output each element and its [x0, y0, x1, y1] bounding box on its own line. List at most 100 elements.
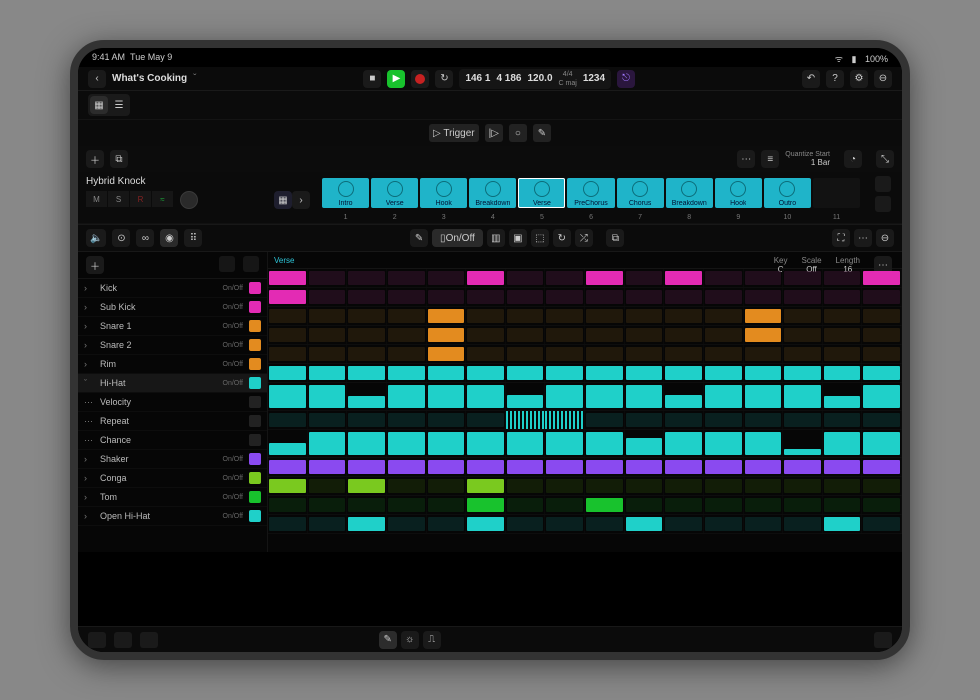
step-cell[interactable]	[268, 345, 308, 363]
step-cell[interactable]	[862, 288, 902, 306]
step-cell[interactable]	[347, 364, 387, 382]
step-cell[interactable]	[545, 307, 585, 325]
trigger-button[interactable]: ▷ Trigger	[429, 124, 479, 142]
back-button[interactable]: ‹	[88, 70, 106, 88]
step-cell[interactable]	[744, 345, 784, 363]
step-cell[interactable]	[268, 477, 308, 495]
chevron-right-icon[interactable]: ›	[84, 454, 94, 464]
chevron-down-icon[interactable]: ˇ	[193, 73, 196, 84]
step-cell[interactable]: 100	[545, 430, 585, 457]
step-cell[interactable]	[823, 496, 863, 514]
drum-row[interactable]: ›Snare 2On/Off	[78, 336, 267, 355]
step-cell[interactable]	[427, 477, 467, 495]
step-cell[interactable]	[625, 496, 665, 514]
step-cell[interactable]	[783, 364, 823, 382]
step-cell[interactable]	[664, 345, 704, 363]
drum-pad-icon[interactable]	[249, 377, 261, 389]
lcd-display[interactable]: 146 1 4 186 120.0 4/4C maj 1234	[459, 69, 611, 89]
camera-icon[interactable]: ◉	[160, 229, 178, 247]
add-row-button[interactable]: ＋	[86, 256, 104, 274]
step-cell[interactable]	[427, 326, 467, 344]
step-cell[interactable]	[625, 269, 665, 287]
drum-pad-icon[interactable]	[249, 472, 261, 484]
step-cell[interactable]	[704, 288, 744, 306]
undo-icon[interactable]: ↶	[802, 70, 820, 88]
step-cell[interactable]	[704, 496, 744, 514]
step-cell[interactable]	[545, 411, 585, 429]
step-cell[interactable]	[506, 458, 546, 476]
step-cell[interactable]	[664, 269, 704, 287]
list-view-button[interactable]: ☰	[110, 96, 128, 114]
step-cell[interactable]	[783, 307, 823, 325]
step-cell[interactable]: 52	[347, 383, 387, 410]
track-name[interactable]: Hybrid Knock	[86, 176, 310, 187]
step-cell[interactable]	[308, 307, 348, 325]
onoff-mode-button[interactable]: ▯ On/Off	[432, 229, 483, 247]
step-cell[interactable]	[823, 345, 863, 363]
chevron-right-icon[interactable]: ›	[84, 492, 94, 502]
scene-cell[interactable]: Intro	[322, 178, 369, 208]
next-icon[interactable]: ›	[292, 191, 310, 209]
step-cell[interactable]	[387, 364, 427, 382]
step-cell[interactable]	[308, 515, 348, 533]
step-cell[interactable]: 53	[664, 383, 704, 410]
step-cell[interactable]	[625, 288, 665, 306]
quantize-knob-icon[interactable]: ◔	[844, 150, 862, 168]
step-cell[interactable]	[268, 411, 308, 429]
step-cell[interactable]	[466, 515, 506, 533]
step-cell[interactable]	[625, 364, 665, 382]
step-cell[interactable]	[664, 326, 704, 344]
step-cell[interactable]: 100	[308, 430, 348, 457]
drum-pad-icon[interactable]	[249, 358, 261, 370]
drum-pad-icon[interactable]	[249, 282, 261, 294]
step-cell[interactable]	[427, 345, 467, 363]
step-cell[interactable]	[823, 411, 863, 429]
step-cell[interactable]: 100	[466, 383, 506, 410]
step-cell[interactable]	[744, 288, 784, 306]
step-cell[interactable]	[427, 269, 467, 287]
step-cell[interactable]	[308, 477, 348, 495]
step-cell[interactable]	[625, 307, 665, 325]
drum-row-io[interactable]: On/Off	[223, 285, 244, 292]
step-cell[interactable]	[783, 496, 823, 514]
duplicate-icon[interactable]: ⧉	[110, 150, 128, 168]
link-icon[interactable]: ∞	[136, 229, 154, 247]
add-track-button[interactable]: ＋	[86, 150, 104, 168]
panel-icon[interactable]	[140, 632, 158, 648]
step-cell[interactable]	[664, 307, 704, 325]
step-cell[interactable]	[545, 326, 585, 344]
step-cell[interactable]	[308, 269, 348, 287]
meter-icon[interactable]	[114, 632, 132, 648]
drum-pad-icon[interactable]	[249, 320, 261, 332]
step-cell[interactable]	[585, 496, 625, 514]
step-cell[interactable]	[823, 458, 863, 476]
step-cell[interactable]	[783, 326, 823, 344]
step-cell[interactable]	[862, 496, 902, 514]
step-cell[interactable]	[308, 496, 348, 514]
step-cell[interactable]	[862, 477, 902, 495]
drum-row-io[interactable]: On/Off	[223, 323, 244, 330]
step-cell[interactable]	[585, 326, 625, 344]
drum-pad-icon[interactable]	[249, 339, 261, 351]
step-cell[interactable]	[545, 288, 585, 306]
drum-row[interactable]: ⋯Chance	[78, 431, 267, 450]
step-cell[interactable]	[308, 288, 348, 306]
step-cell[interactable]	[545, 269, 585, 287]
drum-row[interactable]: ›ShakerOn/Off	[78, 450, 267, 469]
step-cell[interactable]: 53	[506, 383, 546, 410]
step-cell[interactable]	[744, 307, 784, 325]
select-icon[interactable]	[219, 256, 235, 272]
step-cell[interactable]	[268, 458, 308, 476]
drum-row[interactable]: ›TomOn/Off	[78, 488, 267, 507]
input-monitor-button[interactable]: ≈	[152, 191, 174, 207]
fullscreen-icon[interactable]: ⛶	[832, 229, 850, 247]
step-cell[interactable]	[585, 515, 625, 533]
step-cell[interactable]	[387, 288, 427, 306]
dots-icon[interactable]: ⠿	[184, 229, 202, 247]
note-mode-icon[interactable]: ▣	[509, 229, 527, 247]
step-cell[interactable]	[427, 307, 467, 325]
step-cell[interactable]: 100	[387, 383, 427, 410]
step-cell[interactable]	[387, 515, 427, 533]
step-cell[interactable]	[545, 477, 585, 495]
brush-icon[interactable]: ✎	[410, 229, 428, 247]
